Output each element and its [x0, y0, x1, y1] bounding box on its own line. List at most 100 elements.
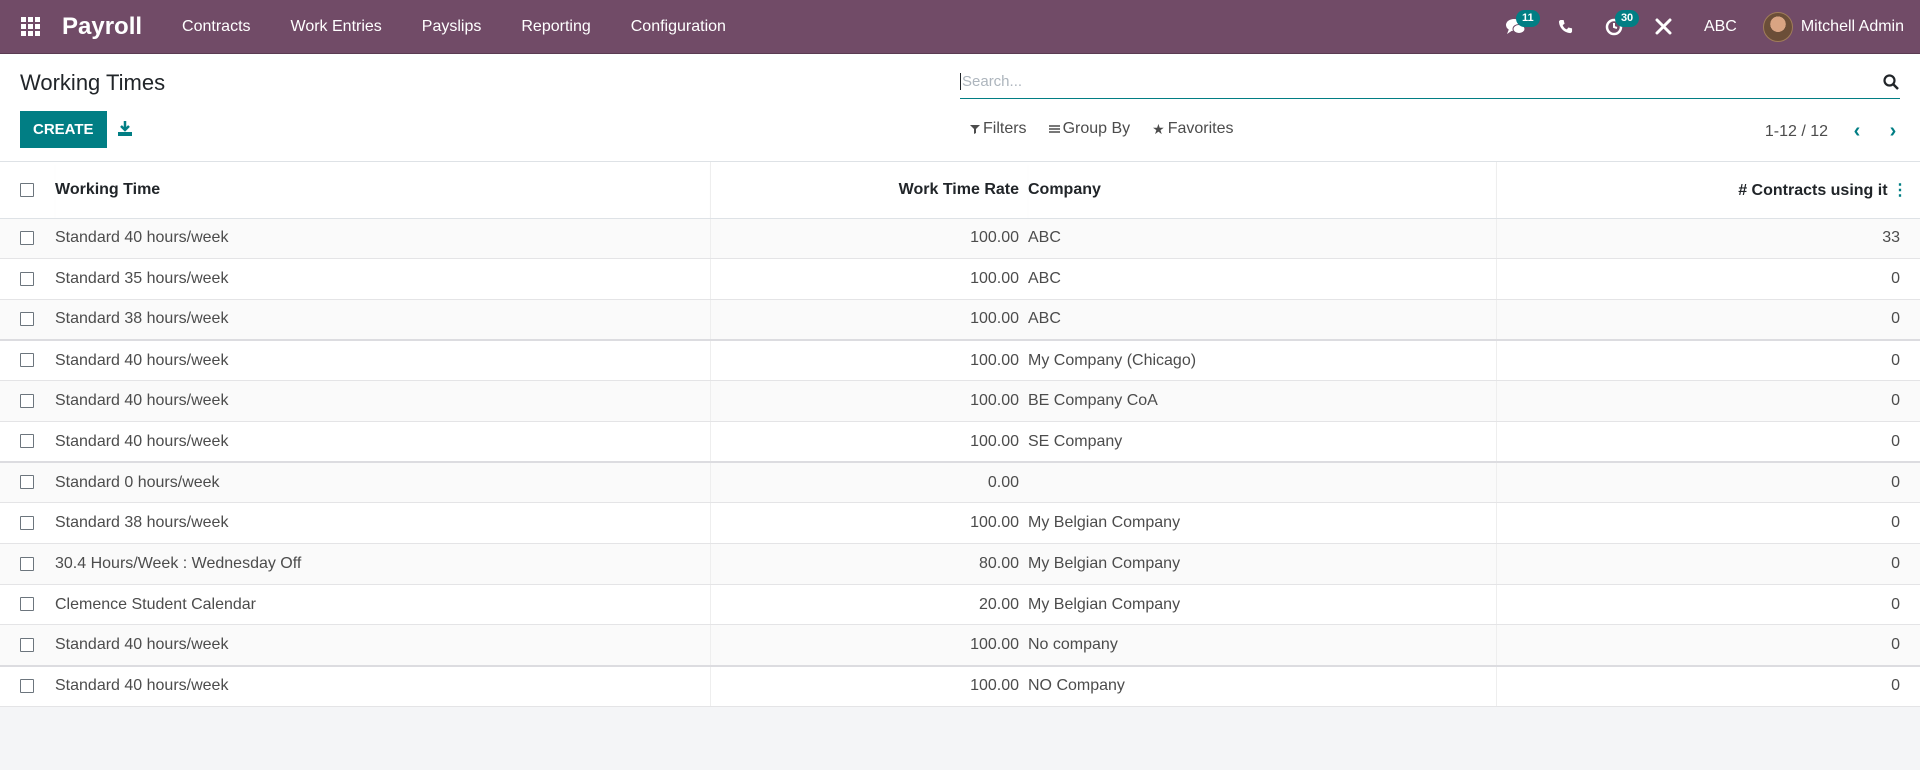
row-checkbox[interactable] — [20, 393, 34, 408]
menu-reporting[interactable]: Reporting — [501, 0, 610, 54]
cell-working-time[interactable]: Standard 40 hours/week — [55, 665, 711, 707]
user-menu[interactable]: Mitchell Admin — [1753, 11, 1920, 42]
cell-contracts: 0 — [1496, 624, 1920, 667]
phone-icon — [1558, 19, 1572, 34]
cell-working-time[interactable]: 30.4 Hours/Week : Wednesday Off — [55, 543, 711, 585]
cell-contracts: 0 — [1496, 665, 1920, 707]
row-checkbox[interactable] — [20, 515, 34, 530]
download-icon[interactable] — [116, 120, 134, 138]
row-checkbox[interactable] — [20, 475, 34, 490]
menu-configuration[interactable]: Configuration — [611, 0, 746, 54]
app-brand[interactable]: Payroll — [60, 13, 162, 41]
table-row[interactable]: Standard 40 hours/week 100.00 My Company (… — [0, 340, 1920, 382]
cell-work-time-rate: 0.00 — [710, 462, 1028, 504]
pager: 1-12 / 12 ‹ › — [1765, 120, 1900, 143]
avatar — [1762, 11, 1793, 42]
table-row[interactable]: Standard 40 hours/week 100.00 NO Company 0 — [0, 665, 1920, 707]
search-icon[interactable] — [1882, 73, 1900, 91]
row-checkbox[interactable] — [20, 353, 34, 368]
header-contracts[interactable]: # Contracts using it ⋮ — [1496, 162, 1920, 219]
cell-contracts: 33 — [1496, 218, 1920, 260]
company-switcher[interactable]: ABC — [1688, 0, 1753, 54]
chevron-left-icon[interactable]: ‹ — [1850, 120, 1864, 143]
table-header: Working Time Work Time Rate Company # Co… — [0, 162, 1920, 219]
working-times-table: Working Time Work Time Rate Company # Co… — [0, 162, 1920, 707]
header-work-time-rate[interactable]: Work Time Rate — [710, 162, 1028, 219]
cell-contracts: 0 — [1496, 340, 1920, 382]
cell-working-time[interactable]: Standard 38 hours/week — [55, 299, 711, 342]
header-company[interactable]: Company — [1028, 162, 1497, 219]
cell-company: My Company (Chicago) — [1028, 340, 1497, 382]
cell-company: ABC — [1028, 218, 1497, 260]
tools-icon — [1655, 18, 1672, 35]
row-checkbox[interactable] — [20, 556, 34, 571]
cell-working-time[interactable]: Standard 40 hours/week — [55, 380, 711, 422]
table-row[interactable]: Standard 40 hours/week 100.00 SE Company 0 — [0, 421, 1920, 464]
top-navbar: Payroll Contracts Work Entries Payslips … — [0, 0, 1920, 54]
cell-working-time[interactable]: Standard 40 hours/week — [55, 340, 711, 382]
chevron-right-icon[interactable]: › — [1886, 120, 1900, 143]
cell-contracts: 0 — [1496, 543, 1920, 585]
search-input[interactable] — [960, 73, 1882, 90]
group-by-label: Group By — [1062, 120, 1131, 137]
row-checkbox[interactable] — [20, 597, 34, 612]
create-button[interactable]: CREATE — [20, 111, 107, 148]
filter-icon — [970, 125, 980, 134]
cell-company: My Belgian Company — [1028, 543, 1497, 585]
cell-work-time-rate: 100.00 — [710, 502, 1028, 544]
user-name: Mitchell Admin — [1800, 17, 1904, 35]
filters-button[interactable]: Filters — [970, 120, 1027, 138]
table-row[interactable]: Standard 38 hours/week 100.00 ABC 0 — [0, 299, 1920, 342]
table-row[interactable]: Standard 35 hours/week 100.00 ABC 0 — [0, 258, 1920, 300]
cell-working-time[interactable]: Standard 35 hours/week — [55, 258, 711, 300]
group-by-button[interactable]: Group By — [1048, 120, 1131, 138]
table-row[interactable]: Standard 40 hours/week 100.00 BE Company C… — [0, 380, 1920, 422]
table-row[interactable]: Standard 40 hours/week 100.00 ABC 33 — [0, 218, 1920, 260]
menu-contracts[interactable]: Contracts — [162, 0, 270, 54]
favorites-button[interactable]: ★ Favorites — [1152, 120, 1233, 138]
row-checkbox[interactable] — [20, 312, 34, 327]
debug-tools-menu[interactable] — [1639, 0, 1688, 54]
table-row[interactable]: Clemence Student Calendar 20.00 My Belgian… — [0, 584, 1920, 626]
cell-work-time-rate: 100.00 — [710, 258, 1028, 300]
cell-company: NO Company — [1028, 665, 1497, 707]
table-row[interactable]: Standard 40 hours/week 100.00 No company 0 — [0, 624, 1920, 667]
phone-menu[interactable] — [1542, 0, 1589, 54]
row-checkbox[interactable] — [20, 678, 34, 693]
row-checkbox[interactable] — [20, 637, 34, 652]
cell-work-time-rate: 100.00 — [710, 421, 1028, 464]
column-options-icon[interactable]: ⋮ — [1892, 182, 1908, 199]
cell-contracts: 0 — [1496, 462, 1920, 504]
cell-contracts: 0 — [1496, 258, 1920, 300]
select-all-checkbox[interactable] — [20, 182, 34, 197]
table-row[interactable]: 30.4 Hours/Week : Wednesday Off 80.00 My B… — [0, 543, 1920, 585]
cell-work-time-rate: 20.00 — [710, 584, 1028, 626]
page-title: Working Times — [20, 70, 166, 95]
cell-company: ABC — [1028, 299, 1497, 342]
search-bar — [960, 65, 1900, 99]
cell-working-time[interactable]: Standard 40 hours/week — [55, 624, 711, 667]
table-row[interactable]: Standard 38 hours/week 100.00 My Belgian C… — [0, 502, 1920, 544]
pager-value[interactable]: 1-12 / 12 — [1765, 123, 1828, 141]
menu-work-entries[interactable]: Work Entries — [271, 0, 402, 54]
row-checkbox[interactable] — [20, 434, 34, 449]
cell-working-time[interactable]: Clemence Student Calendar — [55, 584, 711, 626]
messages-badge: 11 — [1515, 9, 1540, 27]
cell-working-time[interactable]: Standard 0 hours/week — [55, 462, 711, 504]
favorites-label: Favorites — [1167, 120, 1234, 137]
cell-work-time-rate: 100.00 — [710, 380, 1028, 422]
header-working-time[interactable]: Working Time — [55, 162, 711, 219]
activity-menu[interactable]: 30 — [1589, 0, 1640, 54]
cell-working-time[interactable]: Standard 40 hours/week — [55, 421, 711, 464]
cell-working-time[interactable]: Standard 38 hours/week — [55, 502, 711, 544]
control-panel: Working Times CREATE Filters Group By ★ … — [0, 54, 1920, 162]
cell-contracts: 0 — [1496, 421, 1920, 464]
row-checkbox[interactable] — [20, 271, 34, 286]
app-menu-button[interactable] — [0, 0, 60, 54]
cell-working-time[interactable]: Standard 40 hours/week — [55, 218, 711, 260]
messaging-menu[interactable]: 11 — [1490, 0, 1542, 54]
row-checkbox[interactable] — [20, 231, 34, 246]
table-row[interactable]: Standard 0 hours/week 0.00 0 — [0, 462, 1920, 504]
bars-icon — [1048, 125, 1060, 133]
menu-payslips[interactable]: Payslips — [402, 0, 502, 54]
